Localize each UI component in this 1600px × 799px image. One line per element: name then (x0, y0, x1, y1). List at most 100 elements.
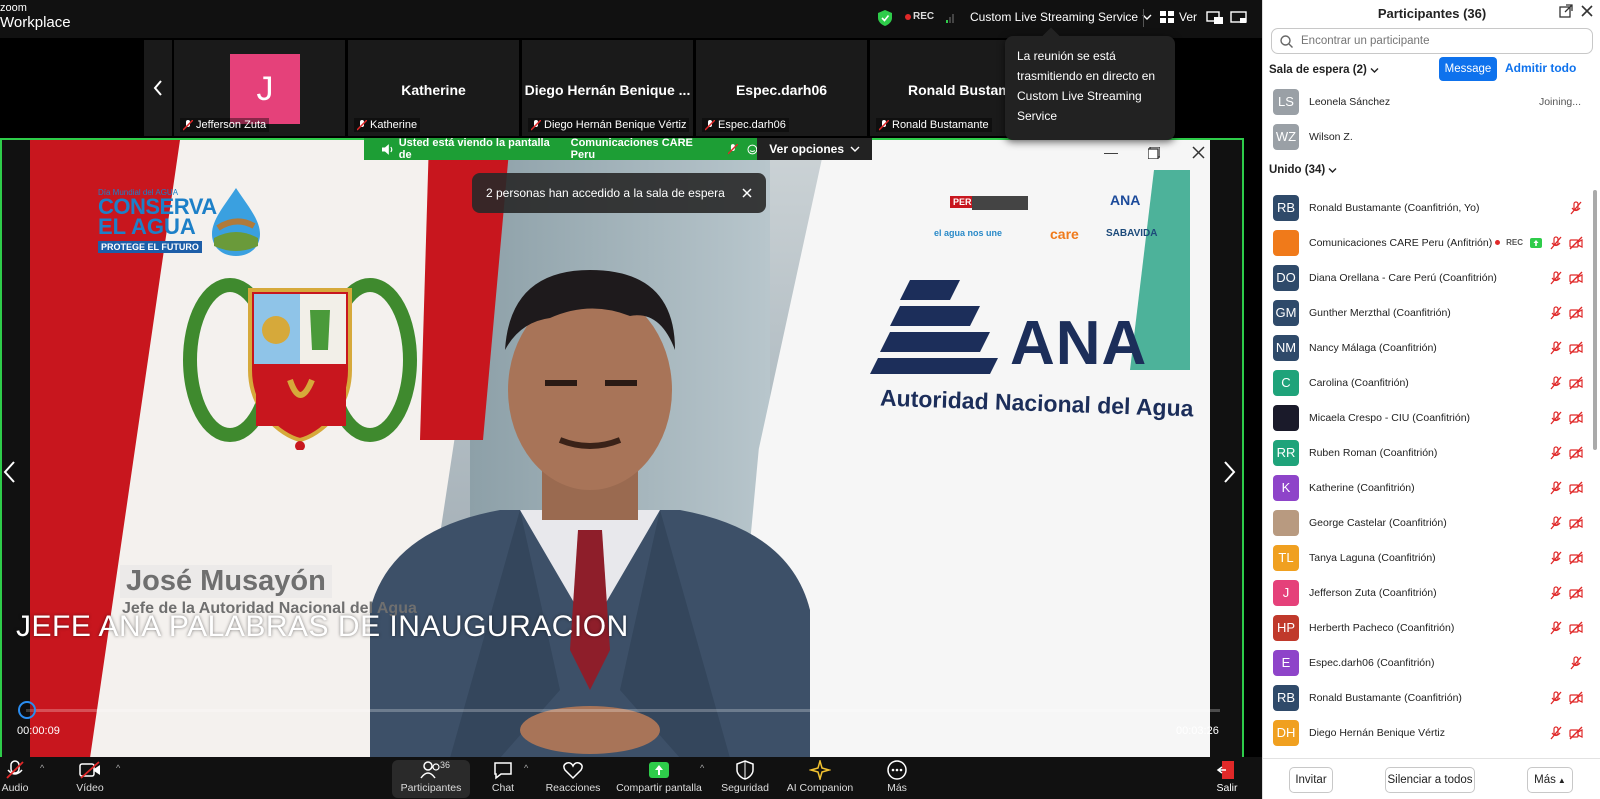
camera-off-icon[interactable] (1569, 411, 1583, 425)
fullscreen-icon[interactable] (1230, 10, 1248, 26)
joined-participant-row[interactable]: NM Nancy Málaga (Coanfitrión) (1263, 330, 1589, 365)
strip-prev-button[interactable] (144, 40, 172, 136)
joined-participant-row[interactable]: GM Gunther Merzthal (Coanfitrión) (1263, 295, 1589, 330)
security-button[interactable]: Seguridad (720, 760, 770, 798)
live-stream-menu[interactable]: Custom Live Streaming Service (970, 10, 1152, 24)
joined-participant-row[interactable]: RB Ronald Bustamante (Coanfitrión, Yo) (1263, 190, 1589, 225)
audio-button[interactable]: Audio (2, 760, 28, 798)
leave-label: Salir (1216, 782, 1238, 794)
mic-muted-icon[interactable] (1549, 515, 1563, 530)
close-icon[interactable] (1581, 5, 1593, 17)
camera-off-icon[interactable] (1569, 691, 1583, 705)
mic-muted-icon[interactable] (1569, 200, 1583, 215)
search-input[interactable] (1301, 35, 1571, 47)
next-page-icon[interactable] (1223, 460, 1237, 484)
joined-participant-row[interactable]: RB Ronald Bustamante (Coanfitrión) (1263, 680, 1589, 715)
camera-off-icon[interactable] (1569, 551, 1583, 565)
ai-companion-button[interactable]: AI Companion (786, 760, 854, 798)
mic-muted-icon[interactable] (1549, 585, 1563, 600)
progress-knob[interactable] (18, 701, 36, 719)
mic-muted-icon[interactable] (1569, 655, 1583, 670)
video-progress-bar[interactable] (18, 701, 1220, 719)
share-caret-icon[interactable]: ^ (700, 763, 704, 773)
video-tile-diego[interactable]: Diego Hernán Benique ... Diego Hernán Be… (522, 40, 694, 136)
joined-participant-row[interactable]: George Castelar (Coanfitrión) (1263, 505, 1589, 540)
mic-muted-icon[interactable] (1549, 725, 1563, 740)
participant-search[interactable] (1271, 28, 1593, 54)
message-button[interactable]: Message (1439, 57, 1497, 81)
camera-off-icon[interactable] (1569, 446, 1583, 460)
mic-muted-icon[interactable] (1549, 410, 1563, 425)
mic-muted-icon[interactable] (1549, 375, 1563, 390)
mic-muted-icon[interactable] (1549, 235, 1563, 250)
pop-out-icon[interactable] (1559, 4, 1573, 18)
zoom-meeting-window: zoom Workplace REC Custom Live Streaming… (0, 0, 1600, 799)
camera-off-icon[interactable] (1569, 516, 1583, 530)
message-label: Message (1444, 63, 1492, 75)
joined-participant-row[interactable]: TL Tanya Laguna (Coanfitrión) (1263, 540, 1589, 575)
mic-muted-icon[interactable] (1549, 690, 1563, 705)
camera-off-icon[interactable] (1569, 271, 1583, 285)
mic-muted-icon[interactable] (1549, 445, 1563, 460)
view-options-button[interactable]: Ver opciones (757, 138, 872, 160)
mic-muted-icon[interactable] (1549, 340, 1563, 355)
camera-off-icon[interactable] (1569, 376, 1583, 390)
joined-participant-row[interactable]: DH Diego Hernán Benique Vértiz (1263, 715, 1589, 750)
minimize-view-icon[interactable] (1206, 10, 1224, 26)
leave-button[interactable]: Salir (1214, 760, 1240, 798)
waiting-room-header[interactable]: Sala de espera (2) (1269, 64, 1379, 76)
camera-off-icon[interactable] (1569, 306, 1583, 320)
camera-off-icon[interactable] (1569, 726, 1583, 740)
camera-off-icon[interactable] (1569, 481, 1583, 495)
mic-muted-icon[interactable] (1549, 550, 1563, 565)
waiting-participant-row[interactable]: WZ Wilson Z. (1263, 119, 1589, 154)
camera-off-icon[interactable] (1569, 236, 1583, 250)
admit-all-button[interactable]: Admitir todo (1505, 61, 1576, 75)
joined-participant-row[interactable]: DO Diana Orellana - Care Perú (Coanfitrió… (1263, 260, 1589, 295)
joined-participant-row[interactable]: Comunicaciones CARE Peru (Anfitrión) REC (1263, 225, 1589, 260)
video-tile-espec[interactable]: Espec.darh06 Espec.darh06 (696, 40, 868, 136)
share-close-icon[interactable] (1192, 146, 1205, 159)
tile-name: Katherine (370, 119, 418, 131)
mic-muted-icon[interactable] (1549, 480, 1563, 495)
camera-off-icon[interactable] (1569, 341, 1583, 355)
invite-button[interactable]: Invitar (1289, 767, 1333, 793)
video-frame[interactable]: Día Mundial del AGUA CONSERVA EL AGUA PR… (30, 140, 1210, 758)
chat-button[interactable]: Chat (488, 760, 518, 798)
joined-participant-row[interactable]: C Carolina (Coanfitrión) (1263, 365, 1589, 400)
encryption-shield-icon[interactable] (878, 10, 892, 26)
mute-all-button[interactable]: Silenciar a todos (1385, 767, 1475, 793)
joined-participant-row[interactable]: Micaela Crespo - CIU (Coanfitrión) (1263, 400, 1589, 435)
joined-header[interactable]: Unido (34) (1269, 164, 1337, 176)
participants-button[interactable]: Participantes (392, 760, 470, 798)
more-options-button[interactable]: Más ▲ (1527, 767, 1573, 793)
mic-muted-icon[interactable] (1549, 305, 1563, 320)
mic-muted-icon[interactable] (1549, 270, 1563, 285)
view-menu[interactable]: Ver (1160, 10, 1197, 24)
camera-off-icon[interactable] (1569, 586, 1583, 600)
video-caret-icon[interactable]: ^ (116, 763, 120, 773)
video-button[interactable]: Vídeo (70, 760, 110, 798)
panel-scrollbar[interactable] (1593, 190, 1597, 450)
joined-participant-row[interactable]: J Jefferson Zuta (Coanfitrión) (1263, 575, 1589, 610)
joined-participant-row[interactable]: E Espec.darh06 (Coanfitrión) (1263, 645, 1589, 680)
more-button[interactable]: Más (884, 760, 910, 798)
close-icon[interactable] (742, 188, 752, 198)
avatar: LS (1273, 88, 1299, 115)
camera-off-icon[interactable] (1569, 621, 1583, 635)
video-tile-jefferson[interactable]: J Jefferson Zuta (174, 40, 346, 136)
video-tile-katherine[interactable]: Katherine Katherine (348, 40, 520, 136)
share-minimize-icon[interactable]: — (1104, 144, 1118, 160)
waiting-participant-row[interactable]: LS Leonela Sánchez Joining... (1263, 84, 1589, 119)
joined-participant-row[interactable]: K Katherine (Coanfitrión) (1263, 470, 1589, 505)
recording-label[interactable]: REC (913, 11, 934, 22)
share-restore-icon[interactable] (1148, 147, 1160, 159)
prev-page-icon[interactable] (2, 460, 16, 484)
reactions-button[interactable]: Reacciones (546, 760, 600, 798)
share-screen-button[interactable]: Compartir pantalla (616, 760, 702, 798)
mic-muted-icon[interactable] (1549, 620, 1563, 635)
joined-participant-row[interactable]: HP Herberth Pacheco (Coanfitrión) (1263, 610, 1589, 645)
chat-caret-icon[interactable]: ^ (524, 763, 528, 773)
audio-caret-icon[interactable]: ^ (40, 763, 44, 773)
joined-participant-row[interactable]: RR Ruben Roman (Coanfitrión) (1263, 435, 1589, 470)
